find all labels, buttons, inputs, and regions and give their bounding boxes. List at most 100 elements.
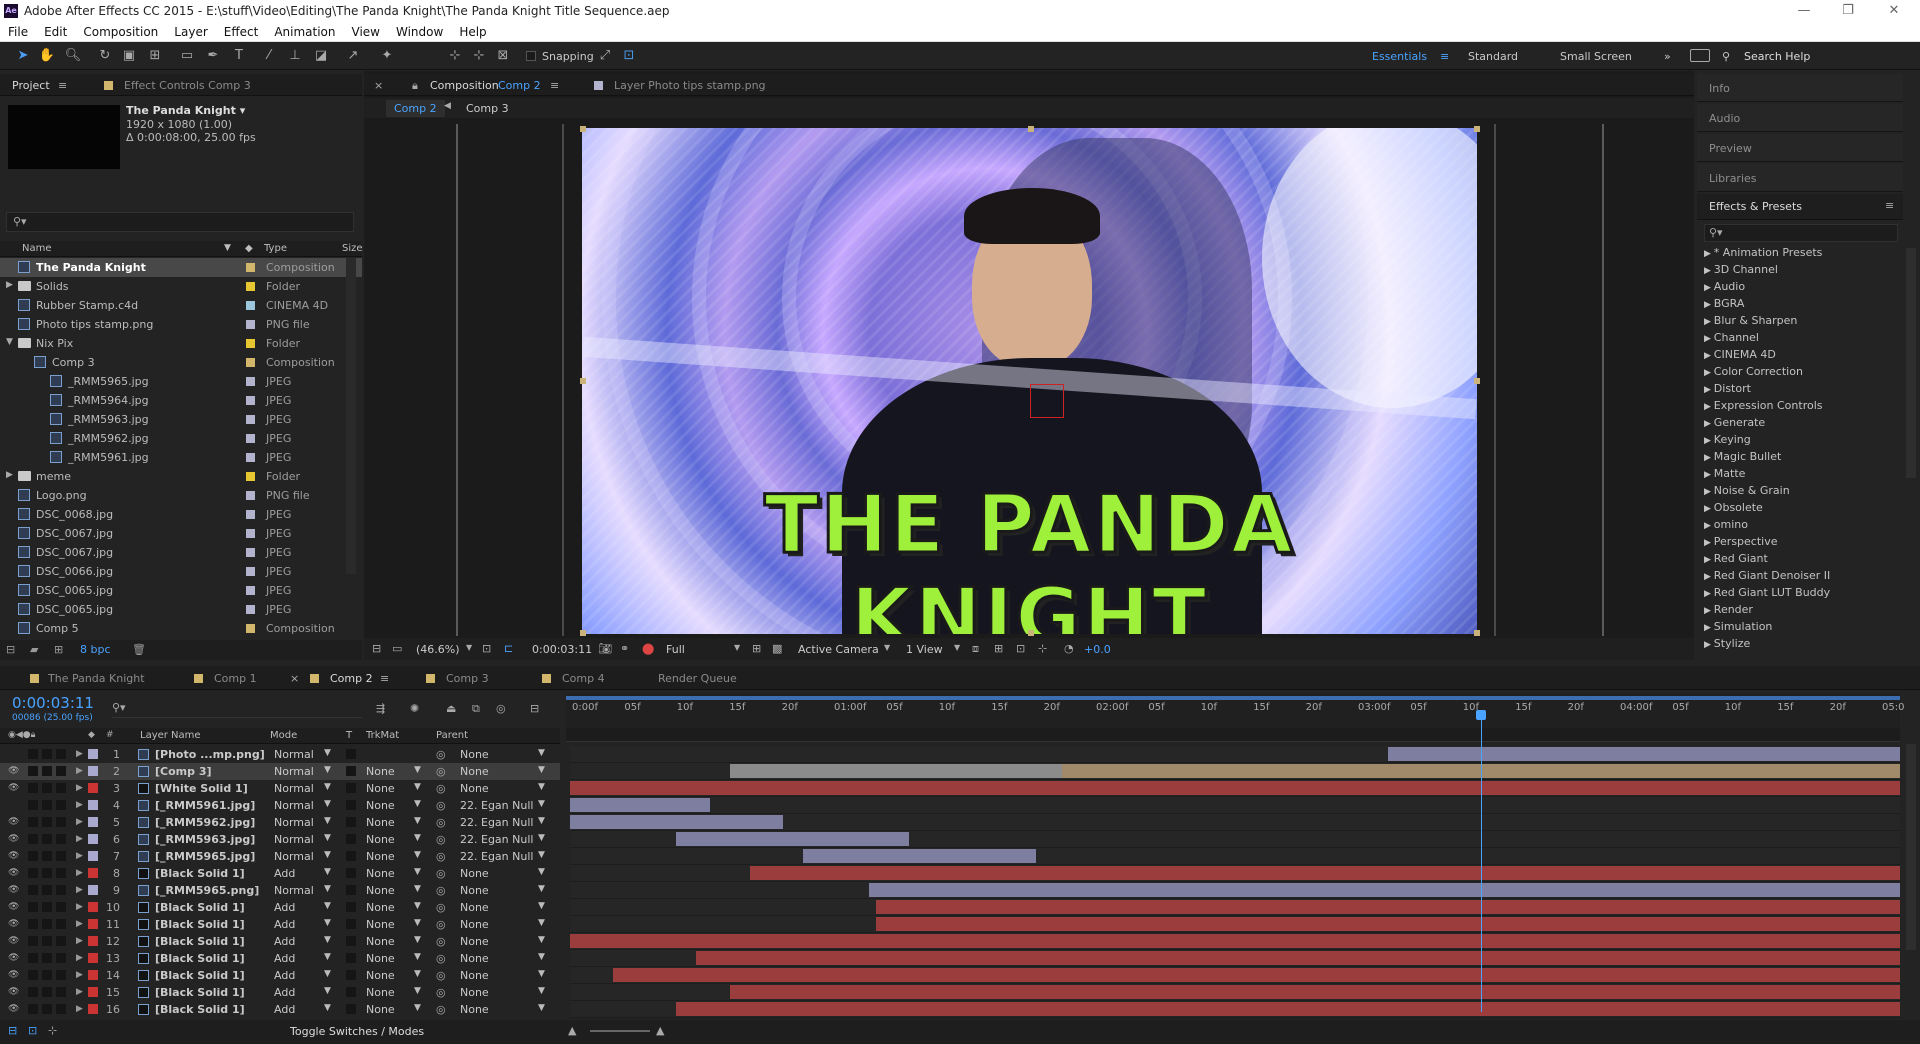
graph-editor-toggle-icon[interactable]: ⊟ bbox=[530, 702, 539, 715]
audio-toggle[interactable] bbox=[28, 936, 38, 946]
close-tab-icon[interactable]: × bbox=[290, 672, 299, 685]
audio-toggle[interactable] bbox=[28, 953, 38, 963]
blend-mode-dropdown[interactable]: Normal bbox=[274, 850, 314, 863]
parent-dropdown[interactable]: None bbox=[460, 748, 489, 761]
expand-arrow-icon[interactable]: ▶ bbox=[1704, 470, 1714, 480]
track-matte-dropdown[interactable]: None bbox=[366, 765, 395, 778]
preserve-transparency-toggle[interactable] bbox=[346, 800, 356, 810]
column-name[interactable]: Name bbox=[22, 243, 52, 254]
preserve-transparency-toggle[interactable] bbox=[346, 970, 356, 980]
current-time-indicator[interactable] bbox=[1481, 712, 1483, 1012]
effect-category[interactable]: ▶ Obsolete bbox=[1704, 501, 1763, 514]
eye-icon[interactable]: 👁︎ bbox=[8, 834, 20, 844]
layer-label-swatch[interactable] bbox=[88, 800, 98, 810]
audio-toggle[interactable] bbox=[28, 970, 38, 980]
project-item[interactable]: DSC_0065.jpg JPEG bbox=[0, 581, 362, 600]
tab-project[interactable]: Project bbox=[12, 79, 50, 92]
solo-toggle[interactable] bbox=[42, 885, 52, 895]
preserve-transparency-toggle[interactable] bbox=[346, 1004, 356, 1014]
label-swatch[interactable] bbox=[246, 339, 255, 348]
new-comp-icon[interactable]: ⊞ bbox=[54, 643, 63, 656]
layer-row[interactable]: 👁︎ ▶ 2 [Comp 3] Normal ▼ None ▼ ◎ None ▼ bbox=[0, 763, 560, 780]
expand-arrow-icon[interactable]: ▶ bbox=[76, 970, 83, 980]
eye-icon[interactable] bbox=[8, 800, 20, 810]
expand-arrow-icon[interactable]: ▶ bbox=[1704, 249, 1714, 259]
layer-duration-bar[interactable] bbox=[676, 832, 910, 846]
layer-name[interactable]: [_RMM5965.jpg] bbox=[155, 850, 255, 863]
timeline-navigator[interactable] bbox=[566, 728, 1900, 742]
roto-brush-tool-icon[interactable]: ↗ bbox=[344, 47, 362, 65]
label-swatch[interactable] bbox=[246, 472, 255, 481]
parent-dropdown[interactable]: None bbox=[460, 935, 489, 948]
timeline-menu-icon[interactable]: ≡ bbox=[380, 672, 389, 685]
lock-toggle[interactable] bbox=[56, 851, 66, 861]
layer-name[interactable]: [Black Solid 1] bbox=[155, 867, 245, 880]
chevron-down-icon[interactable]: ▼ bbox=[414, 765, 421, 775]
track-matte-dropdown[interactable]: None bbox=[366, 850, 395, 863]
track-matte-dropdown[interactable]: None bbox=[366, 799, 395, 812]
eye-icon[interactable]: 👁︎ bbox=[8, 987, 20, 997]
eye-icon[interactable]: 👁︎ bbox=[8, 919, 20, 929]
solo-toggle[interactable] bbox=[42, 800, 52, 810]
effect-category[interactable]: ▶ Red Giant LUT Buddy bbox=[1704, 586, 1830, 599]
chevron-down-icon[interactable]: ▼ bbox=[324, 935, 331, 945]
expand-arrow-icon[interactable]: ▶ bbox=[1704, 266, 1714, 276]
expand-arrow-icon[interactable]: ▶ bbox=[1704, 402, 1714, 412]
timeline-zoom-slider[interactable] bbox=[590, 1030, 650, 1032]
eye-icon[interactable]: 👁︎ bbox=[8, 817, 20, 827]
workspace-standard[interactable]: Standard bbox=[1468, 50, 1518, 63]
puppet-tool-icon[interactable]: ✦ bbox=[378, 47, 396, 65]
always-preview-icon[interactable]: ⊟ bbox=[372, 642, 381, 655]
menu-window[interactable]: Window bbox=[388, 22, 451, 39]
channel-icon[interactable]: ⬤ bbox=[642, 642, 654, 655]
pen-tool-icon[interactable]: ✒ bbox=[204, 47, 222, 65]
layer-row[interactable]: 👁︎ ▶ 5 [_RMM5962.jpg] Normal ▼ None ▼ ◎ 22. Egan … bbox=[0, 814, 560, 831]
blend-mode-dropdown[interactable]: Normal bbox=[274, 765, 314, 778]
layer-label-swatch[interactable] bbox=[88, 953, 98, 963]
lock-toggle[interactable] bbox=[56, 902, 66, 912]
parent-dropdown[interactable]: None bbox=[460, 867, 489, 880]
preserve-transparency-toggle[interactable] bbox=[346, 953, 356, 963]
column-layer-name[interactable]: Layer Name bbox=[140, 730, 201, 741]
chevron-down-icon[interactable]: ▼ bbox=[324, 833, 331, 843]
eye-icon[interactable]: 👁︎ bbox=[8, 902, 20, 912]
timeline-search-input[interactable]: ⚲▾ bbox=[112, 700, 362, 718]
effect-category[interactable]: ▶ Red Giant Denoiser II bbox=[1704, 569, 1830, 582]
expand-arrow-icon[interactable]: ▶ bbox=[1704, 538, 1714, 548]
layer-label-swatch[interactable] bbox=[88, 970, 98, 980]
magnification-dropdown[interactable]: (46.6%) bbox=[416, 643, 460, 656]
layer-name[interactable]: [Comp 3] bbox=[155, 765, 212, 778]
layer-label-swatch[interactable] bbox=[88, 1004, 98, 1014]
track-matte-dropdown[interactable]: None bbox=[366, 1003, 395, 1016]
expand-arrow-icon[interactable]: ▶ bbox=[1704, 283, 1714, 293]
trash-icon[interactable]: 🗑︎ bbox=[132, 643, 146, 656]
chevron-down-icon[interactable]: ▼ bbox=[324, 1003, 331, 1013]
expand-arrow-icon[interactable]: ▶ bbox=[76, 987, 83, 997]
search-help-field[interactable]: Search Help bbox=[1744, 50, 1810, 63]
chevron-down-icon[interactable]: ▼ bbox=[414, 935, 421, 945]
expand-arrow-icon[interactable]: ▶ bbox=[1704, 606, 1714, 616]
show-snapshot-icon[interactable]: ⚭ bbox=[620, 642, 629, 655]
fast-preview-mode-icon[interactable]: ⊞ bbox=[994, 642, 1003, 655]
project-item[interactable]: DSC_0066.jpg JPEG bbox=[0, 562, 362, 581]
lock-toggle[interactable] bbox=[56, 953, 66, 963]
project-search-input[interactable]: ⚲▾ bbox=[6, 212, 354, 232]
layer-row[interactable]: 👁︎ ▶ 12 [Black Solid 1] Add ▼ None ▼ ◎ None ▼ bbox=[0, 933, 560, 950]
chevron-down-icon[interactable]: ▼ bbox=[538, 765, 545, 775]
sort-icon[interactable]: ▼ bbox=[224, 243, 231, 253]
fast-preview-icon[interactable]: ⊞ bbox=[752, 642, 761, 655]
layer-handle[interactable] bbox=[1474, 630, 1480, 636]
blend-mode-dropdown[interactable]: Normal bbox=[274, 748, 314, 761]
track-matte-dropdown[interactable]: None bbox=[366, 901, 395, 914]
effects-search-input[interactable]: ⚲▾ bbox=[1704, 224, 1898, 242]
pick-whip-icon[interactable]: ◎ bbox=[436, 935, 446, 948]
project-item[interactable]: ▶ meme Folder bbox=[0, 467, 362, 486]
layer-name[interactable]: [_RMM5965.png] bbox=[155, 884, 259, 897]
panel-menu-icon[interactable]: ≡ bbox=[58, 79, 67, 92]
layer-label-swatch[interactable] bbox=[88, 783, 98, 793]
preserve-transparency-toggle[interactable] bbox=[346, 936, 356, 946]
timeline-scrollbar[interactable] bbox=[1906, 744, 1916, 950]
parent-dropdown[interactable]: None bbox=[460, 969, 489, 982]
label-swatch[interactable] bbox=[246, 282, 255, 291]
parent-dropdown[interactable]: None bbox=[460, 901, 489, 914]
